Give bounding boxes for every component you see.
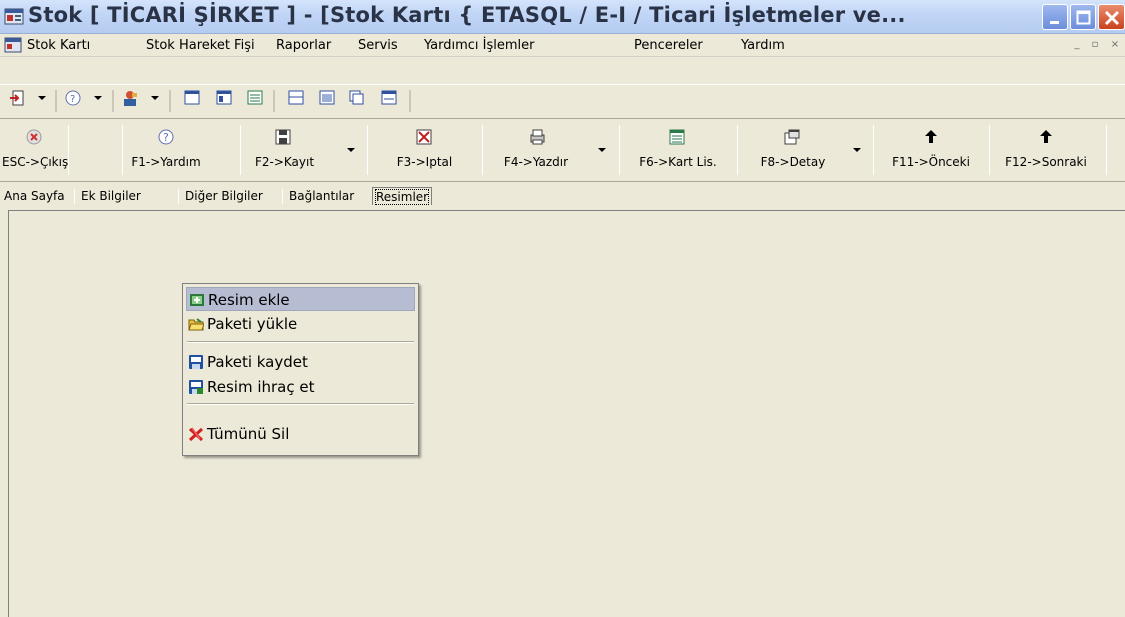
menu-item-label: Tümünü Sil bbox=[207, 425, 290, 443]
help-icon: ? bbox=[158, 129, 174, 145]
f11-previous-button[interactable]: F11->Önceki bbox=[873, 126, 989, 176]
save-dropdown-arrow[interactable] bbox=[347, 148, 355, 152]
window-layout-icon-3[interactable] bbox=[247, 90, 263, 105]
f6-card-list-button[interactable]: F6->Kart Lis. bbox=[619, 126, 737, 176]
open-folder-icon bbox=[188, 318, 204, 331]
menu-separator bbox=[187, 403, 414, 405]
icon-toolbar-graphics: ? bbox=[10, 90, 411, 112]
print-dropdown-arrow[interactable] bbox=[598, 148, 606, 152]
detail-dropdown-arrow[interactable] bbox=[853, 148, 861, 152]
detail-icon bbox=[784, 129, 800, 145]
f1-help-label: F1->Yardım bbox=[131, 155, 201, 169]
arrow-left-icon bbox=[925, 130, 937, 143]
f12-next-label: F12->Sonraki bbox=[1005, 155, 1087, 169]
menu-servis[interactable]: Servis bbox=[358, 38, 398, 53]
maximize-button[interactable] bbox=[1070, 4, 1096, 30]
exit-toolbar-icon[interactable] bbox=[10, 90, 24, 106]
tab-separator bbox=[282, 189, 283, 204]
separator bbox=[68, 125, 69, 175]
app-icon bbox=[4, 8, 24, 25]
window-layout-icon-1[interactable] bbox=[184, 90, 200, 105]
f8-detail-button[interactable]: F8->Detay bbox=[737, 126, 849, 176]
window-layout-icon-4[interactable] bbox=[288, 90, 304, 105]
menu-item-label: Resim ihraç et bbox=[207, 378, 315, 396]
svg-text:?: ? bbox=[163, 131, 169, 144]
tab-ana-sayfa[interactable]: Ana Sayfa bbox=[4, 187, 65, 205]
esc-exit-button[interactable]: ESC->Çıkış bbox=[2, 126, 69, 176]
export-image-icon bbox=[189, 380, 203, 394]
menu-pencereler[interactable]: Pencereler bbox=[634, 38, 703, 53]
menu-item-paketi-yukle[interactable]: Paketi yükle bbox=[186, 312, 415, 336]
arrow-right-icon bbox=[1040, 130, 1052, 143]
menu-item-paketi-kaydet[interactable]: Paketi kaydet bbox=[186, 350, 415, 374]
menu-item-tumunu-sil[interactable]: Tümünü Sil bbox=[186, 422, 415, 446]
print-icon bbox=[530, 129, 545, 145]
cancel-icon bbox=[416, 129, 432, 145]
menu-raporlar[interactable]: Raporlar bbox=[276, 38, 331, 53]
exit-icon bbox=[26, 129, 42, 145]
save-icon bbox=[275, 129, 291, 145]
f4-print-button[interactable]: F4->Yazdır bbox=[482, 126, 590, 176]
menu-item-label: Paketi yükle bbox=[207, 315, 298, 333]
f3-cancel-button[interactable]: F3->Iptal bbox=[367, 126, 482, 176]
menu-item-label: Paketi kaydet bbox=[207, 353, 308, 371]
add-image-icon bbox=[190, 294, 204, 306]
f12-next-button[interactable]: F12->Sonraki bbox=[989, 126, 1103, 176]
tab-resimler[interactable]: Resimler bbox=[372, 187, 433, 205]
minimize-icon bbox=[1050, 21, 1059, 24]
title-bar[interactable]: Stok [ TİCARİ ŞİRKET ] - [Stok Kartı { E… bbox=[0, 0, 1125, 34]
tools-toolbar-icon[interactable] bbox=[124, 91, 137, 106]
help-toolbar-icon[interactable]: ? bbox=[65, 90, 81, 106]
window-layout-icon-5[interactable] bbox=[319, 90, 335, 105]
window-layout-icon-6[interactable] bbox=[349, 90, 364, 105]
tab-strip bbox=[0, 184, 1125, 208]
menu-stok-hareket-fisi[interactable]: Stok Hareket Fişi bbox=[146, 38, 255, 53]
mdi-minimize-icon[interactable]: _ bbox=[1070, 39, 1084, 52]
tab-ek-bilgiler[interactable]: Ek Bilgiler bbox=[81, 187, 141, 205]
separator bbox=[1106, 125, 1107, 175]
separator bbox=[122, 125, 123, 175]
f4-print-label: F4->Yazdır bbox=[503, 155, 569, 169]
f8-detail-label: F8->Detay bbox=[760, 155, 826, 169]
minimize-button[interactable] bbox=[1042, 4, 1068, 30]
mdi-restore-icon[interactable]: ▫ bbox=[1088, 39, 1102, 52]
tab-resimler-label: Resimler bbox=[374, 189, 430, 205]
svg-text:?: ? bbox=[70, 94, 75, 105]
f1-help-button[interactable]: ? F1->Yardım bbox=[122, 126, 210, 176]
tab-separator bbox=[74, 189, 75, 204]
menu-stok-karti[interactable]: Stok Kartı bbox=[27, 38, 90, 53]
window-title: Stok [ TİCARİ ŞİRKET ] - [Stok Kartı { E… bbox=[28, 3, 906, 27]
menu-yardim[interactable]: Yardım bbox=[741, 38, 785, 53]
f6-card-list-label: F6->Kart Lis. bbox=[639, 155, 717, 169]
close-button[interactable] bbox=[1098, 4, 1125, 30]
window-layout-icon-7[interactable] bbox=[381, 90, 397, 105]
context-menu: Resim ekle Paketi yükle Paketi kaydet Re… bbox=[182, 283, 419, 456]
document-window-icon[interactable] bbox=[4, 37, 22, 54]
mdi-close-icon[interactable]: × bbox=[1108, 39, 1122, 52]
images-panel[interactable] bbox=[8, 210, 1125, 617]
f2-save-button[interactable]: F2->Kayıt bbox=[240, 126, 329, 176]
menu-separator bbox=[187, 341, 414, 343]
esc-exit-label: ESC->Çıkış bbox=[2, 155, 69, 169]
delete-all-icon bbox=[188, 427, 204, 442]
menu-item-resim-ekle[interactable]: Resim ekle bbox=[186, 287, 415, 311]
close-icon bbox=[1104, 10, 1120, 26]
tab-separator bbox=[178, 189, 179, 204]
menu-item-label: Resim ekle bbox=[208, 291, 290, 309]
menu-bar: Stok Kartı Stok Hareket Fişi Raporlar Se… bbox=[0, 35, 1125, 57]
f3-cancel-label: F3->Iptal bbox=[396, 155, 453, 169]
f2-save-label: F2->Kayıt bbox=[254, 155, 315, 169]
f11-previous-label: F11->Önceki bbox=[892, 155, 970, 169]
menu-yardimci-islemler[interactable]: Yardımcı İşlemler bbox=[424, 38, 535, 53]
maximize-icon bbox=[1076, 10, 1091, 25]
tab-baglantilar[interactable]: Bağlantılar bbox=[289, 187, 354, 205]
list-icon bbox=[669, 129, 685, 145]
menu-item-resim-ihrac-et[interactable]: Resim ihraç et bbox=[186, 375, 415, 399]
tab-diger-bilgiler[interactable]: Diğer Bilgiler bbox=[185, 187, 263, 205]
floppy-save-icon bbox=[189, 355, 203, 369]
window-layout-icon-2[interactable] bbox=[216, 90, 232, 105]
